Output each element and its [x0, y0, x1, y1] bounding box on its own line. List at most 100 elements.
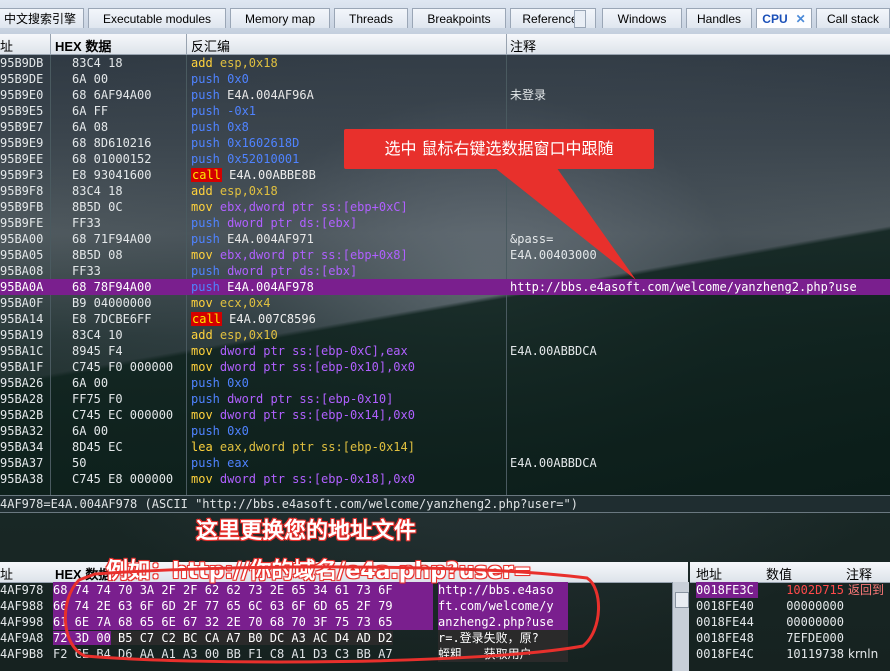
disasm-row[interactable]: 95BA26 6A 00 push 0x0 — [0, 375, 890, 391]
row-instruction: mov ebx,dword ptr ss:[ebp+0x8] — [191, 247, 509, 263]
tab-breakpoints[interactable]: Breakpoints — [412, 8, 506, 28]
row-operands: esp,0x18 — [212, 56, 278, 70]
disasm-row[interactable]: 95BA28 FF75 F0 push dword ptr ss:[ebp-0x10… — [0, 391, 890, 407]
col-hex-header[interactable]: HEX 数据 — [55, 36, 111, 55]
disasm-row[interactable]: 95BA32 6A 00 push 0x0 — [0, 423, 890, 439]
row-instruction: push E4A.004AF971 — [191, 231, 509, 247]
dump-col-address-header[interactable]: 址 — [0, 564, 13, 583]
row-hex: 68 71F94A00 — [72, 232, 152, 246]
row-hex: 83C4 18 — [72, 184, 123, 198]
row-hex: 6A 00 — [72, 376, 109, 390]
scroll-thumb[interactable] — [675, 592, 689, 608]
row-address: 95BA34 — [0, 440, 44, 454]
stack-row[interactable]: 0018FE48 7EFDE000 — [696, 630, 890, 646]
tab-chinese-search[interactable]: 中文搜索引擎 — [0, 8, 84, 28]
disasm-row[interactable]: 95B9FE FF33 push dword ptr ds:[ebx] — [0, 215, 890, 231]
row-instruction: call E4A.007C8596 — [191, 311, 509, 327]
stack-row[interactable]: 0018FE4C 10119738 krnln — [696, 646, 890, 662]
row-mnemonic: add — [191, 328, 213, 342]
row-mnemonic: push — [191, 104, 220, 118]
row-mnemonic: add — [191, 184, 213, 198]
disasm-row[interactable]: 95BA0F B9 04000000 mov ecx,0x4 — [0, 295, 890, 311]
tab-executable-modules[interactable]: Executable modules — [88, 8, 226, 28]
row-comment: 未登录 — [510, 88, 547, 102]
row-mnemonic: push — [191, 152, 220, 166]
disasm-row[interactable]: 95B9DB 83C4 18 add esp,0x18 — [0, 55, 890, 71]
row-instruction: lea eax,dword ptr ss:[ebp-0x14] — [191, 439, 509, 455]
row-instruction: call E4A.00ABBE8B — [191, 167, 509, 183]
row-hex: FF33 — [72, 216, 101, 230]
row-instruction: push E4A.004AF96A — [191, 87, 509, 103]
row-hex: 68 78F94A00 — [72, 280, 152, 294]
stack-col-value-header[interactable]: 数值 — [766, 564, 792, 583]
tab-handles[interactable]: Handles — [686, 8, 752, 28]
dump-address: 4AF9B8 — [0, 647, 44, 661]
col-comment-header[interactable]: 注释 — [510, 36, 536, 55]
row-hex: E8 93041600 — [72, 168, 152, 182]
tab-threads[interactable]: Threads — [334, 8, 408, 28]
col-disasm-header[interactable]: 反汇编 — [191, 36, 230, 55]
disasm-row[interactable]: 95B9F3 E8 93041600 call E4A.00ABBE8B — [0, 167, 890, 183]
disasm-row[interactable]: 95BA2B C745 EC 000000 mov dword ptr ss:[eb… — [0, 407, 890, 423]
disasm-row[interactable]: 95BA1C 8945 F4 mov dword ptr ss:[ebp-0xC],… — [0, 343, 890, 359]
row-mnemonic: call — [191, 168, 222, 182]
col-divider[interactable] — [50, 34, 51, 54]
row-operands: dword ptr ss:[ebp-0x10],0x0 — [212, 360, 415, 374]
disasm-row[interactable]: 95BA14 E8 7DCBE6FF call E4A.007C8596 — [0, 311, 890, 327]
disasm-row[interactable]: 95B9FB 8B5D 0C mov ebx,dword ptr ss:[ebp+0… — [0, 199, 890, 215]
disasm-row[interactable]: 95BA38 C745 E8 000000 mov dword ptr ss:[eb… — [0, 471, 890, 487]
row-operands: E4A.00ABBE8B — [221, 168, 316, 182]
row-mnemonic: lea — [191, 440, 213, 454]
disasm-row[interactable]: 95BA34 8D45 EC lea eax,dword ptr ss:[ebp-0… — [0, 439, 890, 455]
disasm-row[interactable]: 95B9DE 6A 00 push 0x0 — [0, 71, 890, 87]
dump-address: 4AF988 — [0, 599, 44, 613]
disasm-row[interactable]: 95B9E5 6A FF push -0x1 — [0, 103, 890, 119]
stack-col-address-header[interactable]: 地址 — [696, 564, 722, 583]
disasm-row[interactable]: 95BA00 68 71F94A00 push E4A.004AF971 &pass= — [0, 231, 890, 247]
row-mnemonic: mov — [191, 248, 213, 262]
dump-address: 4AF998 — [0, 615, 44, 629]
annotation-title: 这里更换您的地址文件 — [196, 519, 417, 544]
col-divider[interactable] — [186, 34, 187, 54]
tab-memory-map[interactable]: Memory map — [230, 8, 330, 28]
disasm-row[interactable]: 95BA08 FF33 push dword ptr ds:[ebx] — [0, 263, 890, 279]
row-operands: eax,dword ptr ss:[ebp-0x14] — [212, 440, 415, 454]
row-operands: E4A.004AF96A — [219, 88, 314, 102]
dump-scrollbar[interactable] — [672, 582, 689, 671]
stack-row[interactable]: 0018FE44 00000000 — [696, 614, 890, 630]
row-operands: dword ptr ds:[ebx] — [219, 216, 358, 230]
row-operands: 0x0 — [219, 376, 249, 390]
row-operands: 0x8 — [219, 120, 249, 134]
row-address: 95B9F8 — [0, 184, 44, 198]
stack-col-comment-header[interactable]: 注释 — [846, 564, 872, 583]
tab-scroll-left-icon[interactable] — [574, 10, 586, 28]
row-address: 95BA37 — [0, 456, 44, 470]
row-instruction: mov dword ptr ss:[ebp-0x10],0x0 — [191, 359, 509, 375]
disasm-row[interactable]: 95BA0A 68 78F94A00 push E4A.004AF978 http:/… — [0, 279, 890, 295]
annotation-circle — [63, 565, 600, 664]
disasm-row[interactable]: 95BA37 50 push eax E4A.00ABBDCA — [0, 455, 890, 471]
disasm-row[interactable]: 95BA1F C745 F0 000000 mov dword ptr ss:[eb… — [0, 359, 890, 375]
tab-call-stack[interactable]: Call stack — [816, 8, 890, 28]
row-operands: ebx,dword ptr ss:[ebp+0x8] — [212, 248, 408, 262]
disasm-row[interactable]: 95BA05 8B5D 08 mov ebx,dword ptr ss:[ebp+0… — [0, 247, 890, 263]
row-mnemonic: push — [191, 88, 220, 102]
row-comment: E4A.00ABBDCA — [510, 344, 597, 358]
disasm-row[interactable]: 95B9E0 68 6AF94A00 push E4A.004AF96A 未登录 — [0, 87, 890, 103]
stack-row[interactable]: 0018FE3C 1002D715 返回到 — [696, 582, 890, 598]
disasm-row[interactable]: 95B9F8 83C4 18 add esp,0x18 — [0, 183, 890, 199]
stack-row[interactable]: 0018FE40 00000000 — [696, 598, 890, 614]
col-address-header[interactable]: 址 — [0, 36, 13, 55]
close-icon[interactable]: ✕ — [796, 12, 806, 26]
row-instruction: mov dword ptr ss:[ebp-0xC],eax — [191, 343, 509, 359]
row-mnemonic: mov — [191, 472, 213, 486]
stack-value: 7EFDE000 — [786, 631, 844, 645]
stack-address: 0018FE3C — [696, 582, 758, 598]
tab-cpu[interactable]: CPU ✕ — [756, 8, 812, 28]
col-divider[interactable] — [506, 34, 507, 54]
tab-windows[interactable]: Windows — [602, 8, 682, 28]
row-instruction: push 0x0 — [191, 423, 509, 439]
disasm-header: 址 HEX 数据 反汇编 注释 — [0, 34, 890, 55]
disasm-row[interactable]: 95BA19 83C4 10 add esp,0x10 — [0, 327, 890, 343]
disassembly-pane[interactable]: 95B9DB 83C4 18 add esp,0x18 95B9DE 6A 00 push… — [0, 55, 890, 495]
